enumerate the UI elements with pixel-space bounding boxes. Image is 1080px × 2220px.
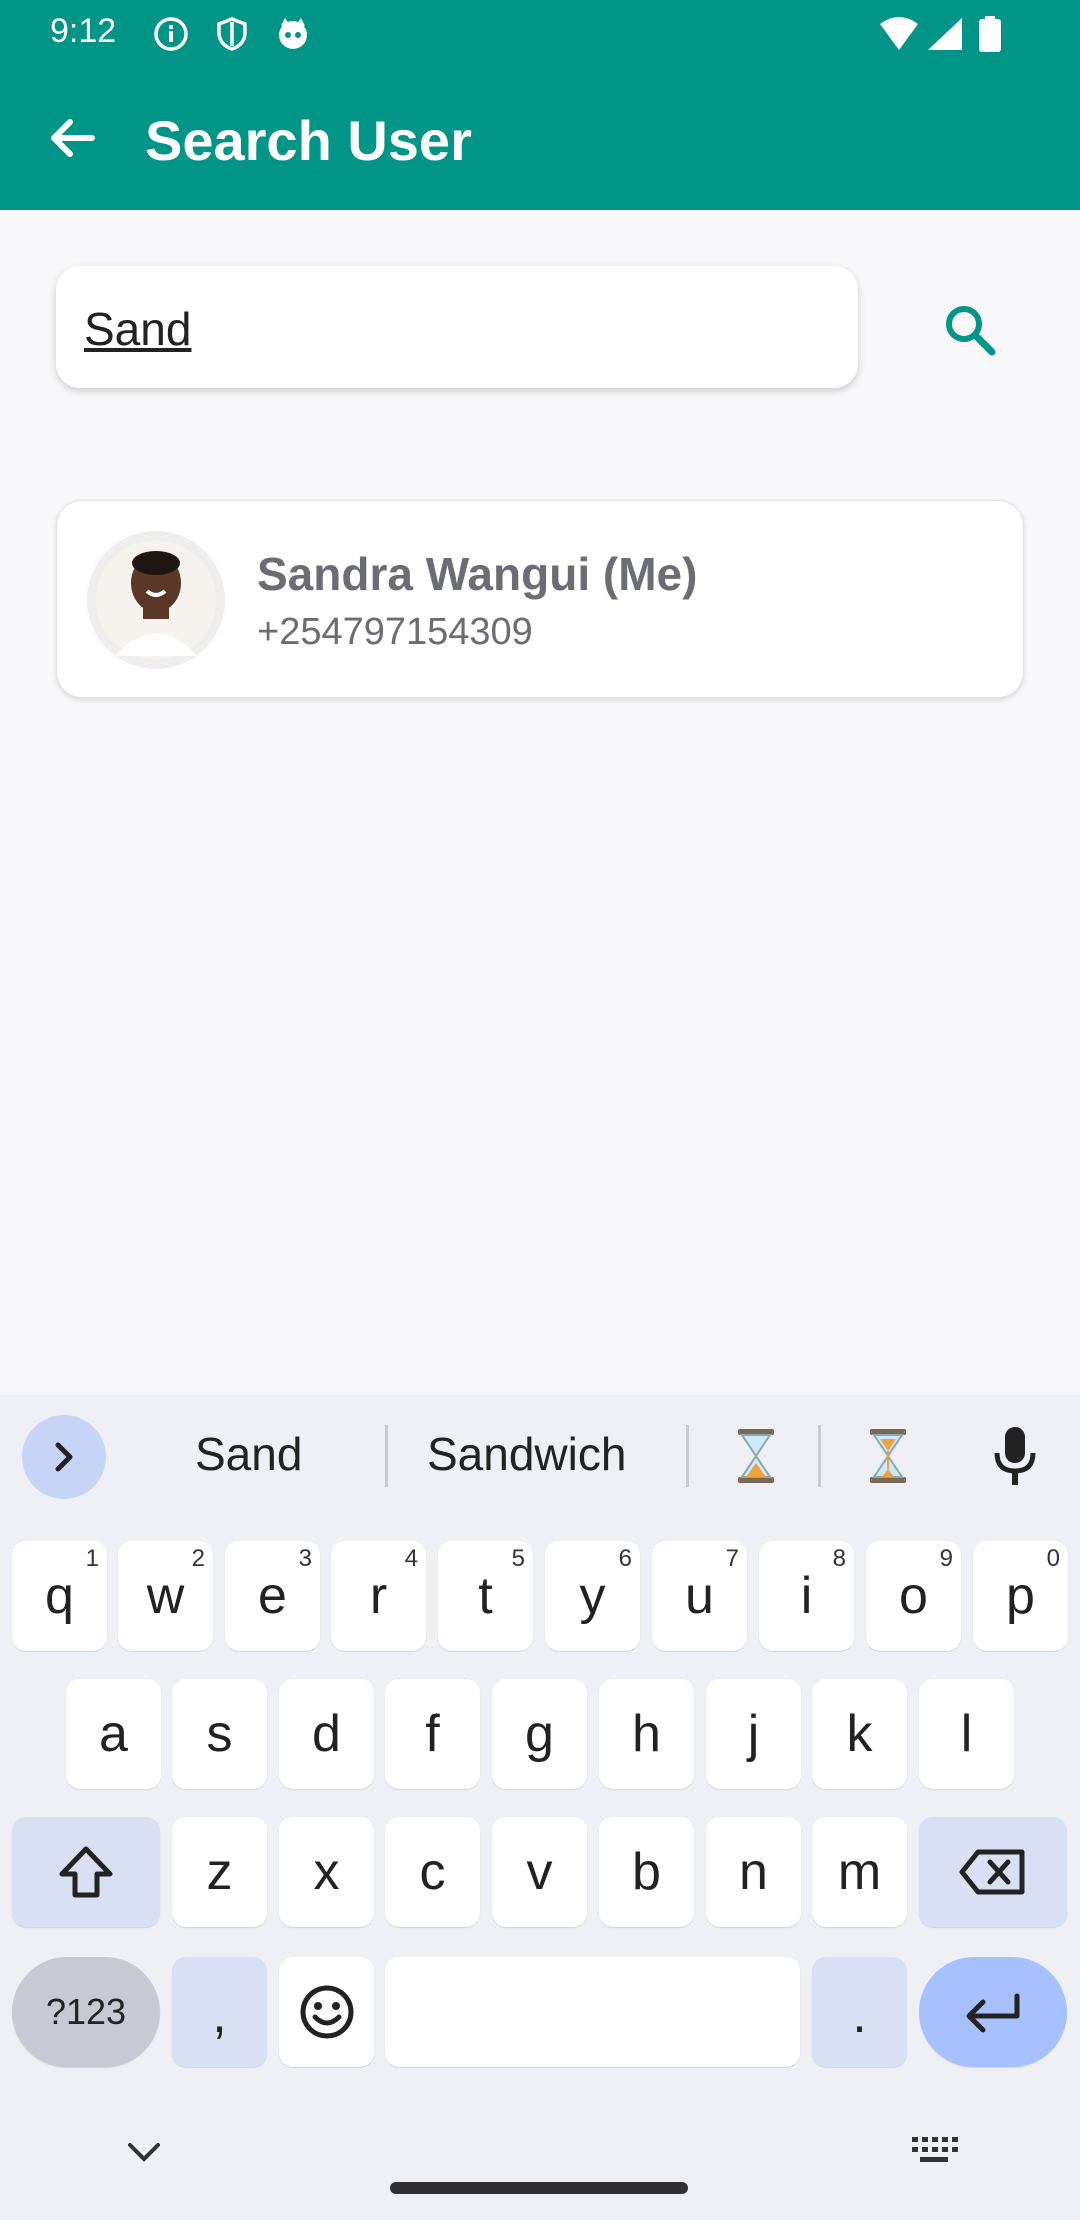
soft-keyboard: Sand Sandwich q1 w2 e3 r4 t5 y6 u7 i8 o9… [0,1395,1080,2220]
search-input-value: Sand [84,303,192,355]
info-icon [154,17,188,51]
page-title: Search User [145,109,472,172]
user-result-card[interactable]: Sandra Wangui (Me) +254797154309 [56,500,1024,698]
key-l[interactable]: l [919,1679,1014,1789]
enter-key[interactable] [919,1957,1067,2067]
key-p[interactable]: p0 [973,1541,1068,1651]
user-name: Sandra Wangui (Me) [257,548,698,600]
arrow-back-icon [51,119,95,157]
battery-icon [979,16,1001,52]
keyboard-switch-icon[interactable] [910,2135,958,2165]
key-w[interactable]: w2 [118,1541,213,1651]
shift-key[interactable] [12,1817,160,1927]
key-j[interactable]: j [706,1679,801,1789]
search-button[interactable] [930,290,1010,370]
suggestion-divider [385,1425,388,1487]
emoji-icon [300,1985,353,2039]
cat-icon [279,18,307,49]
space-key[interactable] [385,1957,800,2067]
key-a[interactable]: a [66,1679,161,1789]
key-s[interactable]: s [172,1679,267,1789]
key-c[interactable]: c [385,1817,480,1927]
hourglass-flowing-icon[interactable] [858,1425,918,1487]
key-y[interactable]: y6 [545,1541,640,1651]
key-m[interactable]: m [812,1817,907,1927]
key-h[interactable]: h [599,1679,694,1789]
chevron-right-icon [55,1442,73,1472]
status-time: 9:12 [50,12,117,50]
key-r[interactable]: r4 [331,1541,426,1651]
suggestion-sandwich[interactable]: Sandwich [427,1427,626,1481]
key-d[interactable]: d [279,1679,374,1789]
hide-keyboard-icon[interactable] [124,2137,164,2167]
suggestion-divider [818,1425,821,1487]
key-z[interactable]: z [172,1817,267,1927]
enter-icon [966,1993,1020,2033]
app-header: 9:12 Search User [0,0,1080,210]
hourglass-done-icon[interactable] [726,1425,786,1487]
microphone-icon[interactable] [990,1425,1040,1487]
home-indicator[interactable] [390,2182,688,2194]
comma-key[interactable]: , [172,1957,267,2067]
backspace-key[interactable] [919,1817,1067,1927]
user-phone: +254797154309 [257,611,533,653]
key-o[interactable]: o9 [866,1541,961,1651]
emoji-key[interactable] [279,1957,374,2067]
status-bar: 9:12 [0,0,1080,66]
key-q[interactable]: q1 [12,1541,107,1651]
key-u[interactable]: u7 [652,1541,747,1651]
suggestion-sand[interactable]: Sand [195,1427,302,1481]
suggestion-divider [686,1425,689,1487]
avatar [87,531,225,669]
key-t[interactable]: t5 [438,1541,533,1651]
backspace-icon [959,1849,1025,1895]
search-input[interactable]: Sand [56,266,858,388]
shift-icon [59,1846,113,1898]
key-e[interactable]: e3 [225,1541,320,1651]
wifi-icon [880,17,918,50]
key-n[interactable]: n [706,1817,801,1927]
signal-icon [928,18,962,50]
key-v[interactable]: v [492,1817,587,1927]
user-photo [87,531,225,669]
key-g[interactable]: g [492,1679,587,1789]
back-button[interactable] [40,112,104,164]
keyboard-toolbar-button[interactable] [22,1415,106,1499]
key-b[interactable]: b [599,1817,694,1927]
period-key[interactable]: . [812,1957,907,2067]
shield-icon [217,17,247,51]
key-i[interactable]: i8 [759,1541,854,1651]
key-k[interactable]: k [812,1679,907,1789]
search-icon [946,306,996,356]
key-x[interactable]: x [279,1817,374,1927]
symbols-key[interactable]: ?123 [12,1957,160,2067]
key-f[interactable]: f [385,1679,480,1789]
